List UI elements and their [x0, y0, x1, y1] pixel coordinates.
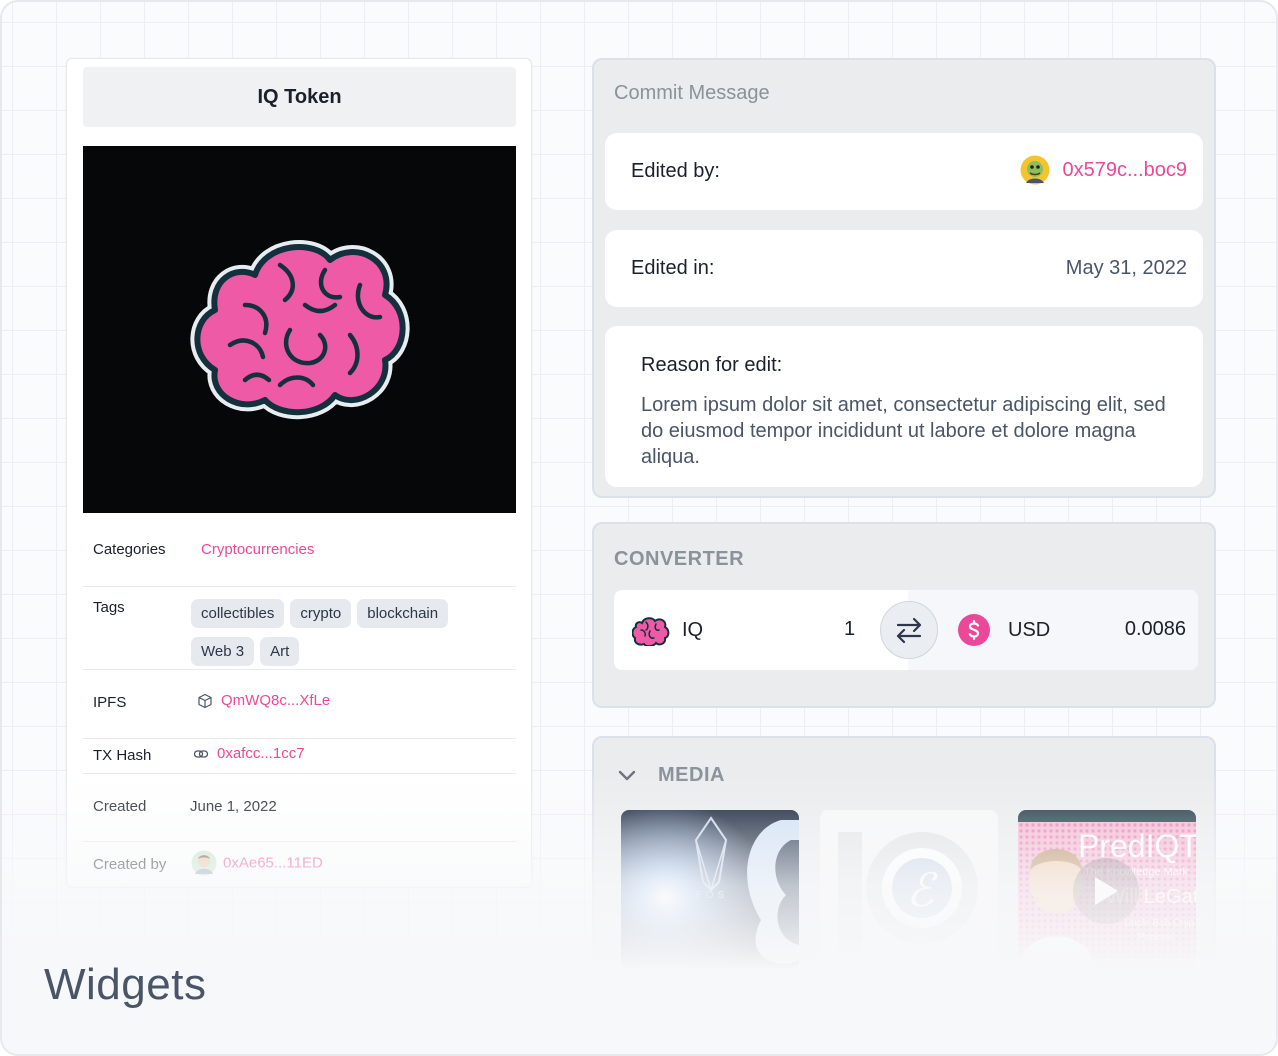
tag-web3[interactable]: Web 3 — [191, 637, 255, 666]
svg-text:ℰ: ℰ — [906, 863, 938, 917]
iq-brain-icon — [632, 617, 670, 646]
reason-label: Reason for edit: — [641, 354, 783, 376]
page-title: Widgets — [44, 960, 207, 1009]
to-amount: 0.0086 — [1124, 618, 1186, 640]
eos-label: EOS — [695, 890, 729, 901]
to-currency: USD — [1008, 619, 1051, 641]
prediqt-caption: Uncle Bob Cryp — [1124, 918, 1195, 929]
brain-logo-icon — [189, 239, 410, 419]
play-button[interactable] — [1073, 858, 1139, 924]
edited-by-label: Edited by: — [631, 160, 720, 182]
created-by-label: Created by — [93, 856, 167, 873]
tag-blockchain[interactable]: blockchain — [357, 599, 449, 628]
commit-message-panel: Commit Message Edited by: 0x579c...boc9 … — [592, 58, 1216, 498]
media-toggle[interactable]: MEDIA — [616, 764, 725, 787]
tag-art[interactable]: Art — [260, 637, 300, 666]
wiki-title: IQ Token — [83, 67, 516, 127]
created-by-link[interactable]: 0xAe65...11ED — [223, 855, 323, 872]
edited-in-label: Edited in: — [631, 257, 715, 279]
tag-crypto[interactable]: crypto — [290, 599, 352, 628]
media-thumb-iq-logo[interactable]: ℰ — [820, 810, 998, 970]
iq-logo-image: ℰ — [820, 810, 998, 970]
edited-in-box: Edited in: May 31, 2022 — [605, 230, 1203, 307]
wiki-info-card: IQ Token Categories Cryptocurrencies Tag… — [66, 58, 532, 888]
usd-icon — [958, 614, 990, 646]
categories-link[interactable]: Cryptocurrencies — [201, 541, 314, 558]
media-thumb-eos[interactable]: EOS — [621, 810, 799, 970]
reason-box: Reason for edit: Lorem ipsum dolor sit a… — [605, 326, 1203, 487]
ipfs-row: IPFS QmWQ8c...XfLe — [83, 670, 516, 739]
swap-button[interactable] — [880, 601, 938, 659]
editor-address-link[interactable]: 0x579c...boc9 — [1062, 159, 1187, 182]
created-by-row: Created by 0xAe65...11ED — [83, 842, 516, 888]
play-icon — [1095, 877, 1118, 905]
prediqt-caption-2: Podcast — [1138, 932, 1175, 943]
created-row: Created June 1, 2022 — [83, 774, 516, 842]
edited-in-value: May 31, 2022 — [1065, 257, 1187, 279]
created-by-value[interactable]: 0xAe65...11ED — [191, 850, 323, 876]
converter-heading: CONVERTER — [614, 548, 745, 570]
media-thumb-prediqt-video[interactable]: PredIQT The Knowledge Mark Will LeGat Un… — [1018, 810, 1196, 970]
tx-hash-row: TX Hash 0xafcc...1cc7 — [83, 739, 516, 774]
chevron-down-icon — [618, 770, 636, 780]
tag-collectibles[interactable]: collectibles — [191, 599, 285, 628]
editor-address[interactable]: 0x579c...boc9 — [1020, 155, 1187, 185]
editor-avatar — [1020, 155, 1050, 185]
creator-avatar — [191, 850, 217, 876]
link-icon — [193, 750, 209, 758]
tx-hash-value[interactable]: 0xafcc...1cc7 — [193, 745, 305, 762]
tags-list: collectibles crypto blockchain Web 3 Art — [191, 595, 511, 671]
commit-message-heading: Commit Message — [614, 82, 770, 104]
cube-icon — [198, 693, 212, 709]
converter-panel: CONVERTER IQ 1 USD 0.0086 — [592, 522, 1216, 708]
created-label: Created — [93, 798, 147, 815]
media-panel: MEDIA EOS ℰ PredIQT The Knowledge Mark W… — [592, 736, 1216, 996]
from-amount-input[interactable]: 1 — [844, 618, 855, 641]
wiki-main-image — [83, 146, 516, 513]
converter-widget: IQ 1 USD 0.0086 — [614, 590, 1198, 670]
tags-label: Tags — [93, 599, 125, 616]
created-value: June 1, 2022 — [190, 798, 277, 815]
reason-text: Lorem ipsum dolor sit amet, consectetur … — [641, 394, 1166, 468]
widgets-showcase: IQ Token Categories Cryptocurrencies Tag… — [0, 0, 1278, 1056]
categories-label: Categories — [93, 541, 166, 558]
categories-row: Categories Cryptocurrencies — [83, 515, 516, 587]
media-heading: MEDIA — [658, 764, 725, 786]
tx-hash-label: TX Hash — [93, 747, 152, 764]
tags-row: Tags collectibles crypto blockchain Web 3 Ar… — [83, 587, 516, 670]
ipfs-label: IPFS — [93, 694, 127, 711]
ipfs-link[interactable]: QmWQ8c...XfLe — [221, 692, 330, 709]
from-currency: IQ — [682, 619, 704, 641]
tx-hash-link[interactable]: 0xafcc...1cc7 — [217, 745, 305, 762]
swap-arrows-icon — [896, 617, 922, 644]
ipfs-value[interactable]: QmWQ8c...XfLe — [197, 692, 330, 709]
edited-by-box: Edited by: 0x579c...boc9 — [605, 133, 1203, 210]
